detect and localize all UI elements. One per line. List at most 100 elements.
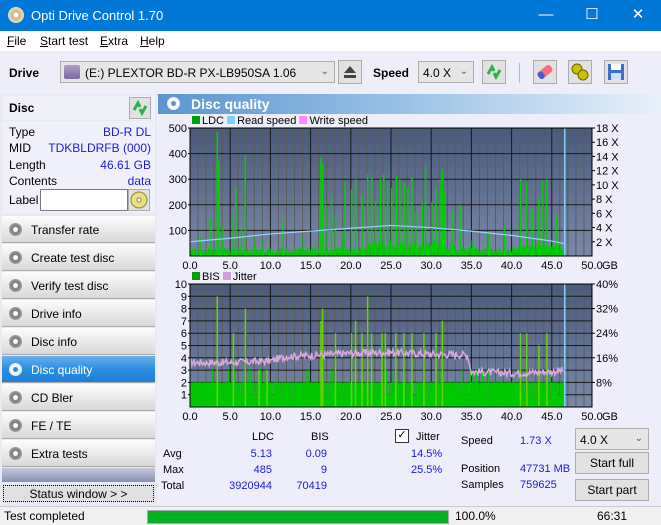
menu-extra[interactable]: Extra <box>100 34 128 48</box>
jitter-swatch <box>222 272 231 280</box>
data-spike <box>441 168 444 256</box>
app-disc-icon <box>8 7 24 23</box>
test-speed-value: 4.0 X <box>580 433 609 447</box>
nav-drive-info[interactable]: Drive info <box>2 300 155 327</box>
y-tick-label-left: 6 <box>181 328 187 340</box>
nav-label: CD Bler <box>31 391 74 405</box>
y-tick-label-left: 500 <box>169 124 187 135</box>
progress-text: 100.0% <box>455 509 496 523</box>
menu-extra-mnemonic: E <box>100 34 109 48</box>
y-tick-label-right: 16% <box>596 353 618 365</box>
minimize-button[interactable]: — <box>523 0 569 31</box>
disc-contents-label: Contents <box>9 174 58 188</box>
stats-avg-bis: 0.09 <box>305 448 327 460</box>
data-spike <box>282 220 284 256</box>
close-button[interactable]: ✕ <box>615 0 661 31</box>
jitter-label: Jitter <box>416 431 440 443</box>
x-tick-label: 50.0 <box>581 260 602 272</box>
erase-button[interactable] <box>533 60 557 84</box>
nav-cd-bler[interactable]: CD Bler <box>2 384 155 411</box>
disc-length-value: 46.61 GB <box>100 158 151 172</box>
start-full-button[interactable]: Start full <box>575 452 649 474</box>
data-spike <box>350 333 353 407</box>
x-axis-unit: GB <box>602 260 618 272</box>
nav-verify-test-disc[interactable]: Verify test disc <box>2 272 155 299</box>
menu-start-test-label: tart test <box>48 34 89 48</box>
position-label: Position <box>461 463 501 475</box>
nav-fe-te[interactable]: FE / TE <box>2 412 155 439</box>
data-spike <box>424 165 427 256</box>
drive-select[interactable]: (E:) PLEXTOR BD-R PX-LB950SA 1.06 ⌄ <box>60 61 335 83</box>
disc-quality-panel: Disc quality LDC Read speed Write speed … <box>158 94 661 506</box>
disc-icon <box>9 363 22 376</box>
data-spike <box>399 179 401 256</box>
y-tick-label-left: 8 <box>181 304 187 316</box>
jitter-checkbox[interactable]: ✓ <box>395 429 409 443</box>
nav-extra-tests[interactable]: Extra tests <box>2 440 155 467</box>
status-bar: Test completed 100.0% 66:31 <box>0 506 661 525</box>
disc-contents-value: data <box>127 174 151 188</box>
disc-length-label: Length <box>9 158 46 172</box>
stats-bis-header: BIS <box>311 431 329 443</box>
nav-label: Transfer rate <box>31 223 100 237</box>
y-tick-label-left: 300 <box>169 174 187 186</box>
data-spike <box>216 131 219 256</box>
disc-label-button[interactable] <box>128 189 150 211</box>
x-tick-label: 30.0 <box>420 411 441 423</box>
data-spike <box>366 174 369 256</box>
x-tick-label: 45.0 <box>541 260 562 272</box>
data-spike <box>199 236 202 256</box>
disc-type-label: Type <box>9 125 36 139</box>
window-title: Opti Drive Control 1.70 <box>31 8 164 23</box>
data-spike <box>334 215 337 256</box>
disc-icon <box>9 335 22 348</box>
menu-help-label: elp <box>148 34 165 48</box>
refresh-button[interactable] <box>482 60 506 84</box>
disc-label-input[interactable] <box>40 189 128 211</box>
nav-disc-quality[interactable]: Disc quality <box>2 356 155 383</box>
start-part-button[interactable]: Start part <box>575 479 649 501</box>
y-tick-label-left: 5 <box>181 341 187 353</box>
disc-refresh-button[interactable] <box>129 97 151 119</box>
speed-select[interactable]: 4.0 X ⌄ <box>418 61 474 83</box>
maximize-button[interactable]: ☐ <box>569 0 615 31</box>
x-tick-label: 50.0 <box>581 411 602 423</box>
data-spike <box>361 195 363 256</box>
test-speed-select[interactable]: 4.0 X ⌄ <box>575 428 649 450</box>
eject-button[interactable] <box>338 60 362 84</box>
x-axis-unit: GB <box>602 411 618 423</box>
menu-start-test[interactable]: Start test <box>40 34 88 48</box>
y-tick-label-right: 32% <box>596 304 618 316</box>
settings-button[interactable] <box>568 60 592 84</box>
samples-value: 759625 <box>520 479 557 491</box>
menu-file[interactable]: File <box>7 34 26 48</box>
stats-avg-jitter: 14.5% <box>411 448 443 460</box>
progress-bar <box>147 510 449 524</box>
nav-transfer-rate[interactable]: Transfer rate <box>2 216 155 243</box>
y-tick-label-left: 10 <box>175 280 187 291</box>
nav-create-test-disc[interactable]: Create test disc <box>2 244 155 271</box>
x-tick-label: 40.0 <box>501 260 522 272</box>
y-tick-label-right: 4 X <box>596 223 613 235</box>
data-spike <box>216 296 219 407</box>
nav-disc-info[interactable]: Disc info <box>2 328 155 355</box>
data-spike <box>320 320 322 407</box>
data-spike <box>320 157 322 256</box>
menu-help[interactable]: Help <box>140 34 165 48</box>
bis-chart: 0.0 5.0 10.0 15.0 20.0 25.0 30.0 35.0 40.0 45.0 50… <box>175 280 618 423</box>
speed-stat-label: Speed <box>461 435 493 447</box>
y-tick-label-left: 100 <box>169 225 187 237</box>
floppy-save-icon <box>608 64 624 80</box>
save-button[interactable] <box>604 60 628 84</box>
write-speed-swatch <box>299 116 308 124</box>
status-window-button[interactable]: Status window > > <box>3 485 154 502</box>
y-tick-label-left: 4 <box>181 353 187 365</box>
disc-mid-value: TDKBLDRFB (000) <box>48 141 151 155</box>
data-spike <box>538 197 540 256</box>
disc-icon <box>9 279 22 292</box>
x-tick-label: 40.0 <box>501 411 522 423</box>
x-tick-label: 20.0 <box>340 260 361 272</box>
eraser-icon <box>537 65 553 79</box>
nav-label: FE / TE <box>31 419 72 433</box>
data-spike <box>232 333 235 407</box>
